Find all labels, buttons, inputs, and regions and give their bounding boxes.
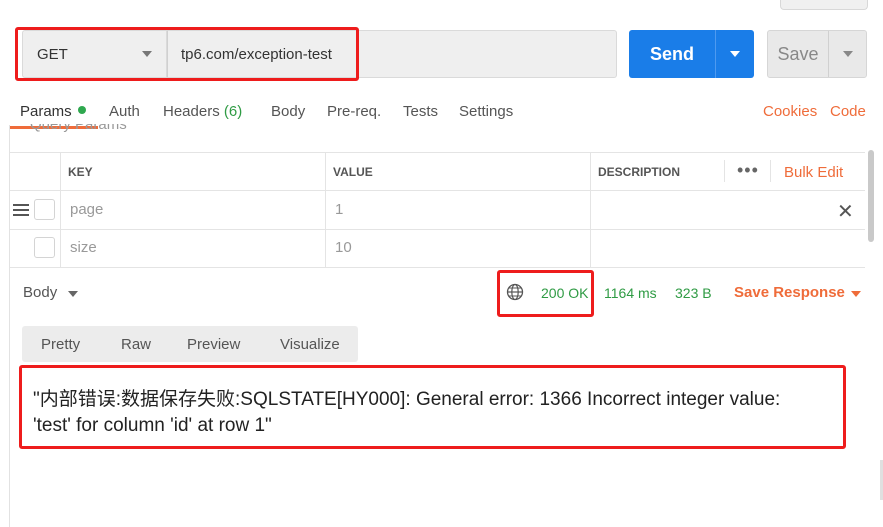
tab-tests-label: Tests <box>403 103 439 120</box>
tab-params[interactable]: Params <box>20 103 86 120</box>
row-checkbox[interactable] <box>34 199 55 220</box>
param-key[interactable]: page <box>70 201 103 218</box>
tab-body-label: Body <box>271 103 306 120</box>
table-col-divider <box>724 160 725 182</box>
tab-headers-label: Headers <box>163 103 220 120</box>
table-header-border <box>10 190 865 191</box>
tab-tests[interactable]: Tests <box>403 103 438 120</box>
headers-count-badge: (6) <box>223 103 243 120</box>
tab-params-label: Params <box>20 103 72 120</box>
tab-prereq[interactable]: Pre-req. <box>327 103 381 120</box>
code-link[interactable]: Code <box>830 103 866 120</box>
table-col-divider <box>60 152 61 267</box>
column-header-value: VALUE <box>333 165 373 179</box>
param-key[interactable]: size <box>70 239 97 256</box>
table-col-divider <box>590 152 591 267</box>
table-border-bottom <box>10 267 865 268</box>
row-checkbox[interactable] <box>34 237 55 258</box>
tab-auth-label: Auth <box>109 103 140 120</box>
table-col-divider <box>325 152 326 267</box>
status-dot-icon <box>77 106 86 114</box>
scrollbar-thumb[interactable] <box>868 150 874 242</box>
chevron-down-icon[interactable] <box>851 291 861 297</box>
tab-headers[interactable]: Headers (6) <box>163 103 242 120</box>
view-tab-visualize[interactable]: Visualize <box>280 336 340 353</box>
view-tab-raw[interactable]: Raw <box>121 336 151 353</box>
table-col-divider <box>770 160 771 182</box>
tab-settings[interactable]: Settings <box>459 103 513 120</box>
table-border-top <box>10 152 865 153</box>
send-label: Send <box>649 43 694 64</box>
save-options-chevron-icon[interactable] <box>843 51 853 57</box>
panel-divider <box>9 125 10 527</box>
save-button[interactable]: Save <box>767 30 867 78</box>
more-options-icon[interactable]: ••• <box>737 160 759 181</box>
send-options-chevron-icon[interactable] <box>730 51 740 57</box>
query-params-title: Query Params <box>30 124 127 133</box>
chevron-down-icon[interactable] <box>68 291 78 297</box>
bulk-edit-link[interactable]: Bulk Edit <box>784 164 843 181</box>
tab-body[interactable]: Body <box>271 103 305 120</box>
save-label: Save <box>777 43 819 64</box>
response-section-select[interactable]: Body <box>23 284 57 301</box>
column-header-key: KEY <box>68 165 93 179</box>
tab-settings-label: Settings <box>459 103 514 120</box>
close-icon[interactable]: ✕ <box>837 199 854 224</box>
table-row-border <box>10 229 865 230</box>
save-response-button[interactable]: Save Response <box>734 284 845 301</box>
param-value[interactable]: 10 <box>335 239 352 256</box>
send-divider <box>715 30 716 78</box>
tab-prereq-label: Pre-req. <box>327 103 382 120</box>
highlight-box-request <box>15 27 359 81</box>
column-header-description: DESCRIPTION <box>598 165 681 179</box>
drag-handle-icon[interactable] <box>13 204 29 216</box>
window-strip <box>780 0 868 10</box>
save-divider <box>828 31 829 77</box>
param-value[interactable]: 1 <box>335 201 343 218</box>
tab-auth[interactable]: Auth <box>109 103 140 120</box>
response-size[interactable]: 323 B <box>675 285 712 301</box>
view-tab-pretty[interactable]: Pretty <box>41 336 80 353</box>
cookies-link[interactable]: Cookies <box>763 103 817 120</box>
response-time[interactable]: 1164 ms <box>604 285 657 301</box>
highlight-box-body <box>19 365 846 449</box>
highlight-box-status <box>497 270 594 317</box>
send-button[interactable]: Send <box>629 30 754 78</box>
view-tab-preview[interactable]: Preview <box>187 336 240 353</box>
